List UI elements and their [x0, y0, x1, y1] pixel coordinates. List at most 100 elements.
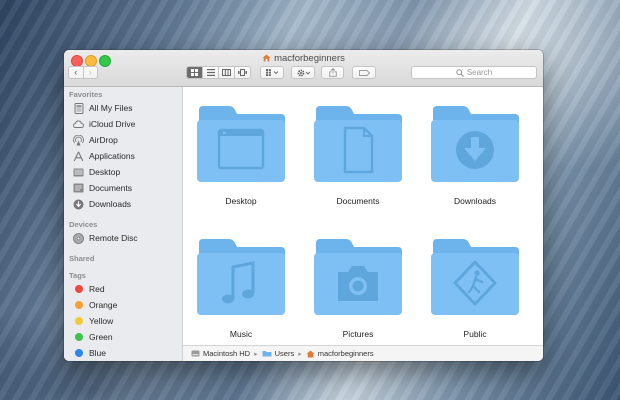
applications-icon	[73, 151, 84, 162]
path-segment-label: Users	[274, 349, 295, 358]
path-separator-icon: ▸	[254, 350, 258, 358]
sidebar-item-label: Blue	[89, 348, 107, 358]
document-folder-icon	[314, 106, 402, 182]
folder-documents[interactable]: Documents	[312, 104, 404, 206]
back-forward-buttons: ‹ ›	[68, 66, 98, 79]
desktop-icon	[73, 167, 84, 178]
file-icon-grid: Desktop Documents Downloads Music Pictur…	[183, 87, 543, 345]
downloads-icon	[73, 199, 84, 210]
edit-tags-button[interactable]	[352, 66, 376, 79]
users-folder-icon	[262, 351, 272, 357]
sidebar-item-all-my-files[interactable]: All My Files	[73, 101, 132, 115]
tag-icon	[358, 69, 370, 76]
sidebar: Favorites All My Files iCloud Drive AirD…	[64, 87, 183, 361]
sidebar-item-label: Orange	[89, 300, 118, 310]
sidebar-item-label: Red	[89, 284, 105, 294]
sidebar-item-label: AirDrop	[89, 135, 118, 145]
green-tag-dot	[75, 333, 83, 341]
sidebar-item-documents[interactable]: Documents	[73, 181, 132, 195]
sidebar-tag-orange[interactable]: Orange	[73, 298, 117, 312]
folder-label: Desktop	[225, 196, 257, 206]
folder-public[interactable]: Public	[429, 237, 521, 339]
airdrop-icon	[73, 134, 84, 146]
sidebar-tag-red[interactable]: Red	[73, 282, 105, 296]
favorites-header: Favorites	[69, 90, 103, 99]
forward-button[interactable]: ›	[82, 67, 98, 78]
red-tag-dot	[75, 285, 83, 293]
sidebar-tag-blue[interactable]: Blue	[73, 346, 106, 360]
path-segment-macintosh-hd[interactable]: Macintosh HD	[191, 349, 250, 358]
yellow-tag-dot	[75, 317, 83, 325]
sidebar-item-label: Remote Disc	[89, 233, 138, 243]
blue-tag-dot	[75, 349, 83, 357]
icon-view-button[interactable]	[187, 67, 202, 78]
sidebar-item-label: Downloads	[89, 199, 132, 209]
home-folder-icon	[262, 54, 271, 62]
path-bar: Macintosh HD ▸ Users ▸ macforbeginners	[183, 345, 543, 361]
sidebar-tag-green[interactable]: Green	[73, 330, 113, 344]
sidebar-item-remote-disc[interactable]: Remote Disc	[73, 231, 138, 245]
folder-downloads[interactable]: Downloads	[429, 104, 521, 206]
path-segment-label: Macintosh HD	[203, 349, 251, 358]
sidebar-tag-yellow[interactable]: Yellow	[73, 314, 113, 328]
path-segment-users[interactable]: Users	[262, 349, 295, 358]
magnifier-icon	[456, 68, 464, 77]
arrange-menu-button[interactable]	[260, 66, 284, 79]
sidebar-item-icloud-drive[interactable]: iCloud Drive	[73, 117, 135, 131]
arrange-grid-icon	[266, 69, 278, 76]
sidebar-item-label: Yellow	[89, 316, 114, 326]
column-view-icon	[222, 69, 231, 76]
folder-desktop[interactable]: Desktop	[195, 104, 287, 206]
share-button[interactable]	[321, 66, 344, 79]
hard-drive-icon	[191, 350, 200, 357]
list-view-button[interactable]	[202, 67, 218, 78]
window-title: macforbeginners	[64, 53, 543, 64]
sidebar-item-desktop[interactable]: Desktop	[73, 165, 120, 179]
devices-header: Devices	[69, 220, 98, 229]
column-view-button[interactable]	[218, 67, 234, 78]
path-separator-icon: ▸	[298, 350, 302, 358]
path-segment-label: macforbeginners	[317, 349, 374, 358]
sidebar-item-applications[interactable]: Applications	[73, 149, 135, 163]
cover-flow-icon	[238, 69, 247, 76]
cover-flow-view-button[interactable]	[234, 67, 250, 78]
share-icon	[328, 68, 337, 77]
icon-view-icon	[191, 69, 198, 76]
back-button[interactable]: ‹	[69, 67, 83, 78]
desktop-folder-icon	[197, 106, 285, 182]
sidebar-item-downloads[interactable]: Downloads	[73, 197, 131, 211]
view-mode-buttons	[186, 66, 251, 79]
folder-label: Downloads	[453, 196, 497, 206]
folder-label: Public	[463, 329, 487, 339]
sidebar-item-label: Documents	[89, 183, 132, 193]
tags-header: Tags	[69, 271, 86, 280]
folder-pictures[interactable]: Pictures	[312, 237, 404, 339]
folder-label: Documents	[336, 196, 380, 206]
sidebar-item-label: Applications	[89, 151, 135, 161]
action-menu-button[interactable]	[291, 66, 315, 79]
cloud-icon	[73, 119, 84, 130]
documents-icon	[73, 183, 84, 194]
sidebar-item-label: iCloud Drive	[89, 119, 136, 129]
title-bar: macforbeginners ‹ › Search	[64, 50, 543, 87]
sidebar-item-label: Desktop	[89, 167, 121, 177]
finder-window: macforbeginners ‹ › Search Favorites All…	[64, 50, 543, 361]
folder-music[interactable]: Music	[195, 237, 287, 339]
folder-label: Pictures	[342, 329, 374, 339]
camera-folder-icon	[314, 239, 402, 315]
search-field[interactable]: Search	[411, 66, 537, 79]
path-segment-home[interactable]: macforbeginners	[306, 349, 374, 358]
home-icon	[306, 350, 315, 357]
list-view-icon	[206, 69, 215, 76]
sidebar-item-label: Green	[89, 332, 113, 342]
window-title-text: macforbeginners	[274, 53, 345, 64]
search-placeholder: Search	[466, 68, 493, 77]
folder-label: Music	[229, 329, 253, 339]
orange-tag-dot	[75, 301, 83, 309]
shared-header: Shared	[69, 254, 95, 263]
music-folder-icon	[197, 239, 285, 315]
all-my-files-icon	[73, 102, 84, 114]
sidebar-item-airdrop[interactable]: AirDrop	[73, 133, 118, 147]
download-folder-icon	[431, 106, 519, 182]
gear-icon	[297, 69, 310, 76]
